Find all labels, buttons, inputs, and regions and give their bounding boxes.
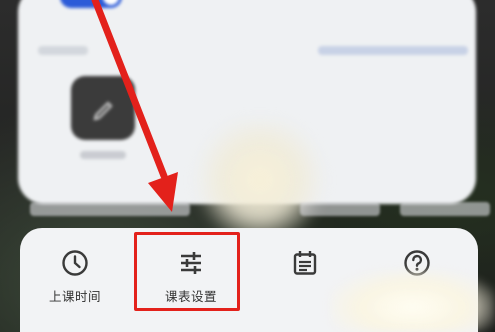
background-scene: 上课时间 课表设置 xyxy=(0,0,495,332)
red-arrow-icon xyxy=(91,0,178,212)
